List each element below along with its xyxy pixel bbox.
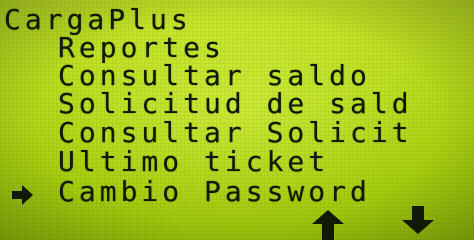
menu-item-consultar-solicitud[interactable]: Consultar Solicit — [58, 119, 413, 147]
menu-item-consultar-saldo[interactable]: Consultar saldo — [58, 62, 371, 90]
down-arrow-icon[interactable] — [400, 206, 436, 238]
menu-item-reportes[interactable]: Reportes — [58, 34, 225, 62]
menu-item-solicitud-de-saldo[interactable]: Solicitud de sald — [58, 90, 413, 118]
right-arrow-icon — [12, 185, 33, 205]
lcd-screen: CargaPlus Reportes Consultar saldo Solic… — [0, 0, 474, 240]
up-arrow-icon[interactable] — [310, 208, 346, 240]
menu-item-ultimo-ticket[interactable]: Ultimo ticket — [58, 148, 329, 176]
menu-item-cambio-password[interactable]: Cambio Password — [58, 178, 371, 206]
app-title: CargaPlus — [4, 3, 192, 36]
